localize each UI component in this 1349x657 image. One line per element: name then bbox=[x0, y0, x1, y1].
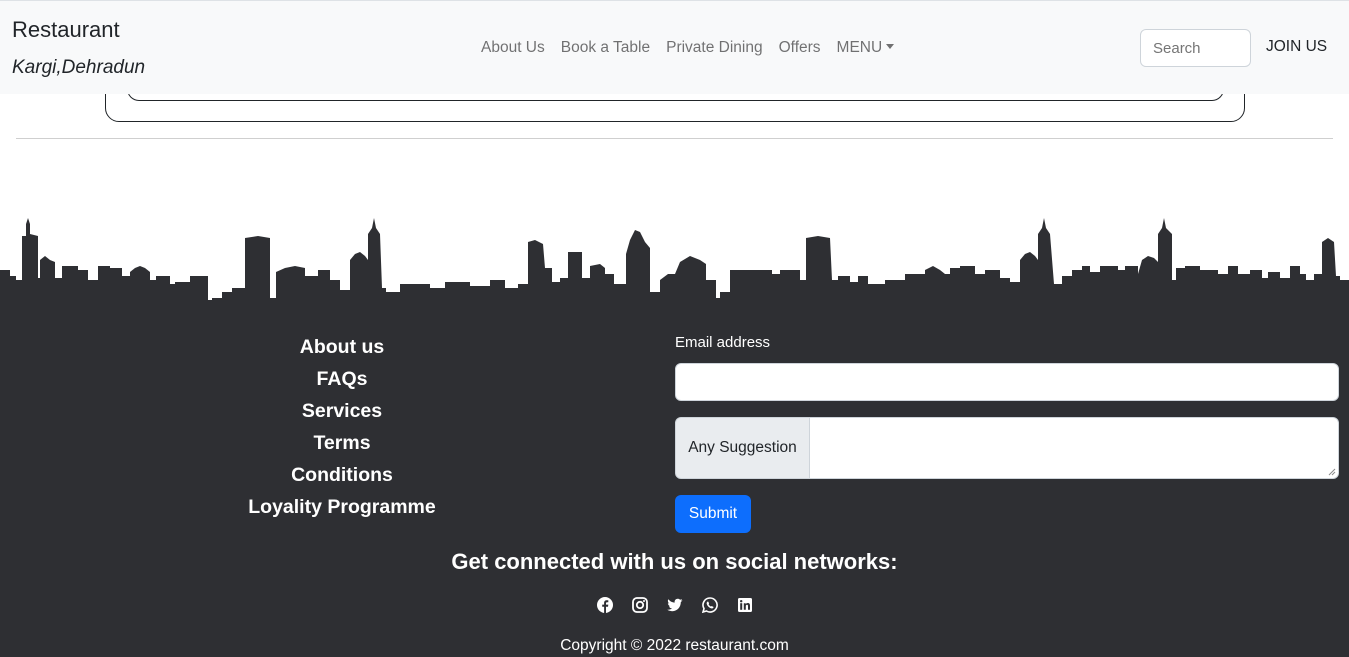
caret-down-icon bbox=[886, 44, 895, 49]
copyright-text: Copyright © 2022 restaurant.com bbox=[560, 637, 789, 654]
footer: About us FAQs Services Terms Conditions … bbox=[0, 305, 1349, 657]
nav-link-book-table[interactable]: Book a Table bbox=[553, 37, 658, 59]
submit-button[interactable]: Submit bbox=[675, 495, 751, 533]
footer-link-services[interactable]: Services bbox=[0, 395, 684, 427]
city-skyline-image bbox=[0, 218, 1349, 308]
suggestion-label: Any Suggestion bbox=[675, 417, 810, 479]
facebook-icon[interactable] bbox=[596, 597, 613, 613]
email-label: Email address bbox=[675, 334, 771, 351]
linkedin-icon[interactable] bbox=[737, 597, 753, 613]
footer-link-faqs[interactable]: FAQs bbox=[0, 363, 684, 395]
footer-link-about-us[interactable]: About us bbox=[0, 331, 684, 363]
brand-title[interactable]: Restaurant bbox=[12, 17, 120, 43]
social-icons bbox=[0, 597, 1349, 613]
twitter-icon[interactable] bbox=[666, 597, 683, 613]
instagram-icon[interactable] bbox=[631, 597, 648, 613]
nav-link-private-dining[interactable]: Private Dining bbox=[658, 37, 771, 59]
nav-link-about-us[interactable]: About Us bbox=[473, 37, 553, 59]
footer-link-conditions[interactable]: Conditions bbox=[0, 459, 684, 491]
nav-link-offers[interactable]: Offers bbox=[771, 37, 829, 59]
menu-dropdown-label: MENU bbox=[836, 39, 883, 56]
navbar: Restaurant Kargi,Dehradun About Us Book … bbox=[0, 0, 1349, 94]
resize-grip-icon[interactable] bbox=[1328, 468, 1336, 476]
brand-location: Kargi,Dehradun bbox=[12, 57, 146, 78]
nav-links: About Us Book a Table Private Dining Off… bbox=[473, 37, 902, 59]
footer-link-loyalty-programme[interactable]: Loyality Programme bbox=[0, 491, 684, 523]
social-heading: Get connected with us on social networks… bbox=[451, 549, 898, 574]
suggestion-textarea[interactable] bbox=[810, 417, 1339, 479]
menu-dropdown[interactable]: MENU bbox=[829, 37, 903, 59]
footer-links: About us FAQs Services Terms Conditions … bbox=[0, 331, 684, 523]
section-divider bbox=[16, 138, 1333, 139]
email-field[interactable] bbox=[675, 363, 1339, 401]
suggestion-group: Any Suggestion bbox=[675, 417, 1339, 479]
search-input[interactable] bbox=[1140, 29, 1251, 67]
whatsapp-icon[interactable] bbox=[701, 597, 718, 613]
footer-link-terms[interactable]: Terms bbox=[0, 427, 684, 459]
join-us-link[interactable]: JOIN US bbox=[1266, 38, 1327, 56]
